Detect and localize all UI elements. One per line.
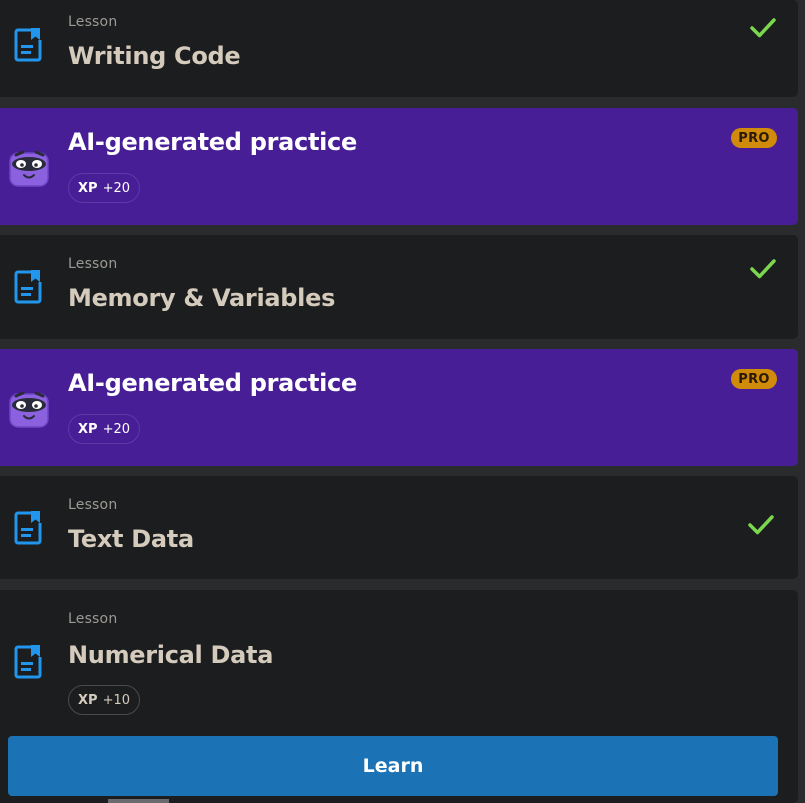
- pro-badge: PRO: [731, 128, 777, 148]
- practice-title: AI-generated practice: [68, 369, 357, 397]
- xp-chip: XP +10: [68, 685, 140, 715]
- learn-button[interactable]: Learn: [8, 736, 778, 796]
- lesson-title: Numerical Data: [68, 641, 274, 669]
- mascot-robot-icon: [9, 391, 49, 428]
- xp-label: XP: [78, 180, 98, 196]
- lesson-kicker: Lesson: [68, 497, 118, 513]
- checkmark-icon: [750, 18, 776, 38]
- scroll-indicator: [108, 799, 169, 803]
- xp-value: +20: [102, 421, 130, 437]
- lesson-card-writing-code[interactable]: Lesson Writing Code: [0, 0, 798, 97]
- xp-label: XP: [78, 421, 98, 437]
- xp-value: +20: [102, 180, 130, 196]
- lesson-kicker: Lesson: [68, 611, 118, 627]
- pro-badge: PRO: [731, 369, 777, 389]
- xp-chip: XP +20: [68, 414, 140, 444]
- document-bookmark-icon: [14, 270, 42, 304]
- lesson-title: Memory & Variables: [68, 284, 336, 312]
- document-bookmark-icon: [14, 511, 42, 545]
- mascot-robot-icon: [9, 150, 49, 187]
- practice-title: AI-generated practice: [68, 128, 357, 156]
- xp-value: +10: [102, 692, 130, 708]
- document-bookmark-icon: [14, 645, 42, 679]
- lesson-title: Writing Code: [68, 42, 241, 70]
- lesson-card-text-data[interactable]: Lesson Text Data: [0, 476, 798, 579]
- xp-label: XP: [78, 692, 98, 708]
- lesson-title: Text Data: [68, 525, 194, 553]
- xp-chip: XP +20: [68, 173, 140, 203]
- lesson-card-memory-variables[interactable]: Lesson Memory & Variables: [0, 235, 798, 339]
- practice-card[interactable]: AI-generated practice PRO XP +20: [0, 108, 798, 225]
- document-bookmark-icon: [14, 28, 42, 62]
- practice-card[interactable]: AI-generated practice PRO XP +20: [0, 349, 798, 466]
- checkmark-icon: [750, 259, 776, 279]
- checkmark-icon: [748, 515, 774, 535]
- lesson-kicker: Lesson: [68, 14, 118, 30]
- lesson-kicker: Lesson: [68, 256, 118, 272]
